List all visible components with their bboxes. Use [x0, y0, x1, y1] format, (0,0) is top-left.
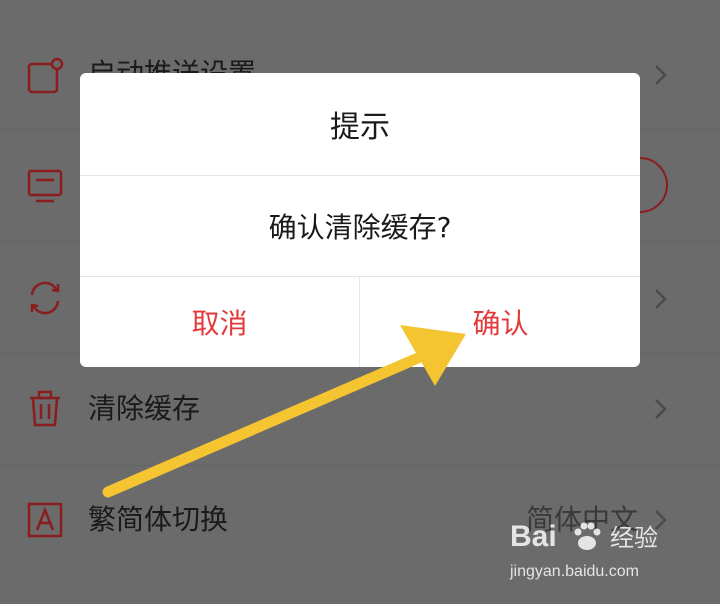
chevron-right-icon: [655, 399, 667, 419]
baidu-jingyan-watermark: Bai 经验 jingyan.baidu.com: [510, 522, 680, 592]
watermark-brand: Bai: [510, 520, 557, 553]
chevron-right-icon: [655, 65, 667, 85]
paw-icon: [574, 522, 601, 550]
confirm-dialog: 提示 确认清除缓存? 取消 确认: [80, 73, 640, 367]
settings-row-label: 繁简体切换: [88, 503, 229, 536]
note-icon: [27, 57, 64, 94]
settings-row-clear-cache[interactable]: 清除缓存: [0, 354, 720, 466]
dialog-buttons: 取消 确认: [80, 277, 640, 367]
settings-row-label: 清除缓存: [88, 392, 201, 425]
refresh-icon: [30, 281, 60, 315]
trash-icon: [30, 390, 60, 427]
cancel-button[interactable]: 取消: [80, 277, 359, 367]
chevron-right-icon: [655, 289, 667, 309]
watermark-sub: 经验: [610, 524, 658, 552]
confirm-button[interactable]: 确认: [361, 277, 640, 367]
dialog-title: 提示: [330, 110, 390, 145]
letter-a-icon: [27, 502, 63, 538]
dialog-message: 确认清除缓存?: [268, 211, 452, 244]
monitor-icon: [27, 169, 63, 203]
watermark-url: jingyan.baidu.com: [510, 563, 639, 580]
